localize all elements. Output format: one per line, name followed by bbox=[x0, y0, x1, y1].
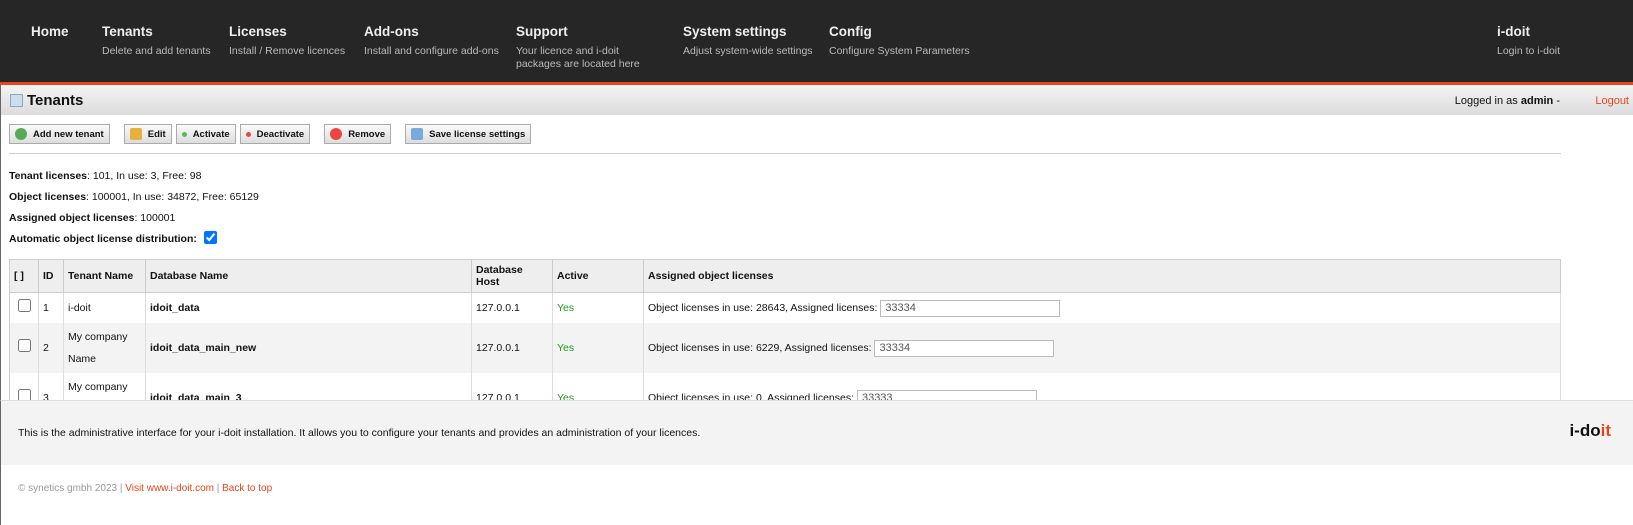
visit-link[interactable]: Visit www.i-doit.com bbox=[125, 483, 214, 494]
save-icon bbox=[411, 128, 424, 140]
nav-licenses[interactable]: Licenses Install / Remove licences bbox=[229, 24, 345, 58]
auto-distribution-checkbox[interactable] bbox=[203, 231, 217, 244]
deactivate-button[interactable]: Deactivate bbox=[239, 124, 311, 144]
row-checkbox[interactable] bbox=[18, 299, 31, 312]
footer: This is the administrative interface for… bbox=[0, 400, 1633, 465]
green-dot-icon bbox=[181, 131, 187, 137]
nav-home[interactable]: Home bbox=[31, 24, 69, 39]
idoit-logo: i-doit bbox=[1569, 421, 1611, 440]
page-header: Tenants Logged in as admin - Logout bbox=[0, 85, 1633, 115]
logout-link[interactable]: Logout bbox=[1595, 95, 1629, 107]
nav-addons[interactable]: Add-ons Install and configure add-ons bbox=[364, 24, 499, 58]
table-row: 2 My company Name idoit_data_main_new 127.0… bbox=[9, 323, 1561, 373]
page-title: Tenants bbox=[27, 92, 84, 109]
page-icon bbox=[10, 94, 23, 107]
nav-idoit-login[interactable]: i-doit Login to i-doit bbox=[1497, 24, 1560, 58]
add-tenant-button[interactable]: Add new tenant bbox=[9, 124, 110, 144]
copyright-bar: © synetics gmbh 2023 | Visit www.i-doit.… bbox=[0, 465, 1633, 525]
back-to-top-link[interactable]: Back to top bbox=[222, 483, 272, 494]
remove-button[interactable]: Remove bbox=[324, 124, 392, 144]
toolbar: Add new tenant Edit Activate Deactivate … bbox=[9, 124, 1561, 154]
top-navigation: Home Tenants Delete and add tenants Licen… bbox=[0, 0, 1633, 85]
table-row: 1 i-doit idoit_data 127.0.0.1 Yes Object lic… bbox=[9, 292, 1561, 323]
save-license-settings-button[interactable]: Save license settings bbox=[405, 124, 532, 144]
select-all-header[interactable]: [ ] bbox=[9, 259, 39, 293]
minus-icon bbox=[330, 128, 343, 140]
nav-config[interactable]: Config Configure System Parameters bbox=[829, 24, 970, 58]
nav-support[interactable]: Support Your licence and i-doit packages … bbox=[516, 24, 666, 71]
login-status: Logged in as admin - bbox=[1454, 95, 1560, 107]
red-dot-icon bbox=[245, 131, 251, 137]
pencil-icon bbox=[129, 128, 142, 140]
activate-button[interactable]: Activate bbox=[175, 124, 236, 144]
edit-button[interactable]: Edit bbox=[123, 124, 172, 144]
assigned-licenses-input[interactable] bbox=[874, 339, 1055, 357]
nav-system-settings[interactable]: System settings Adjust system-wide settin… bbox=[683, 24, 813, 58]
nav-tenants[interactable]: Tenants Delete and add tenants bbox=[102, 24, 211, 58]
row-checkbox[interactable] bbox=[18, 339, 31, 352]
assigned-licenses-input[interactable] bbox=[880, 299, 1061, 317]
plus-icon bbox=[15, 128, 27, 140]
license-info: Tenant licenses: 101, In use: 3, Free: 9… bbox=[9, 170, 259, 245]
